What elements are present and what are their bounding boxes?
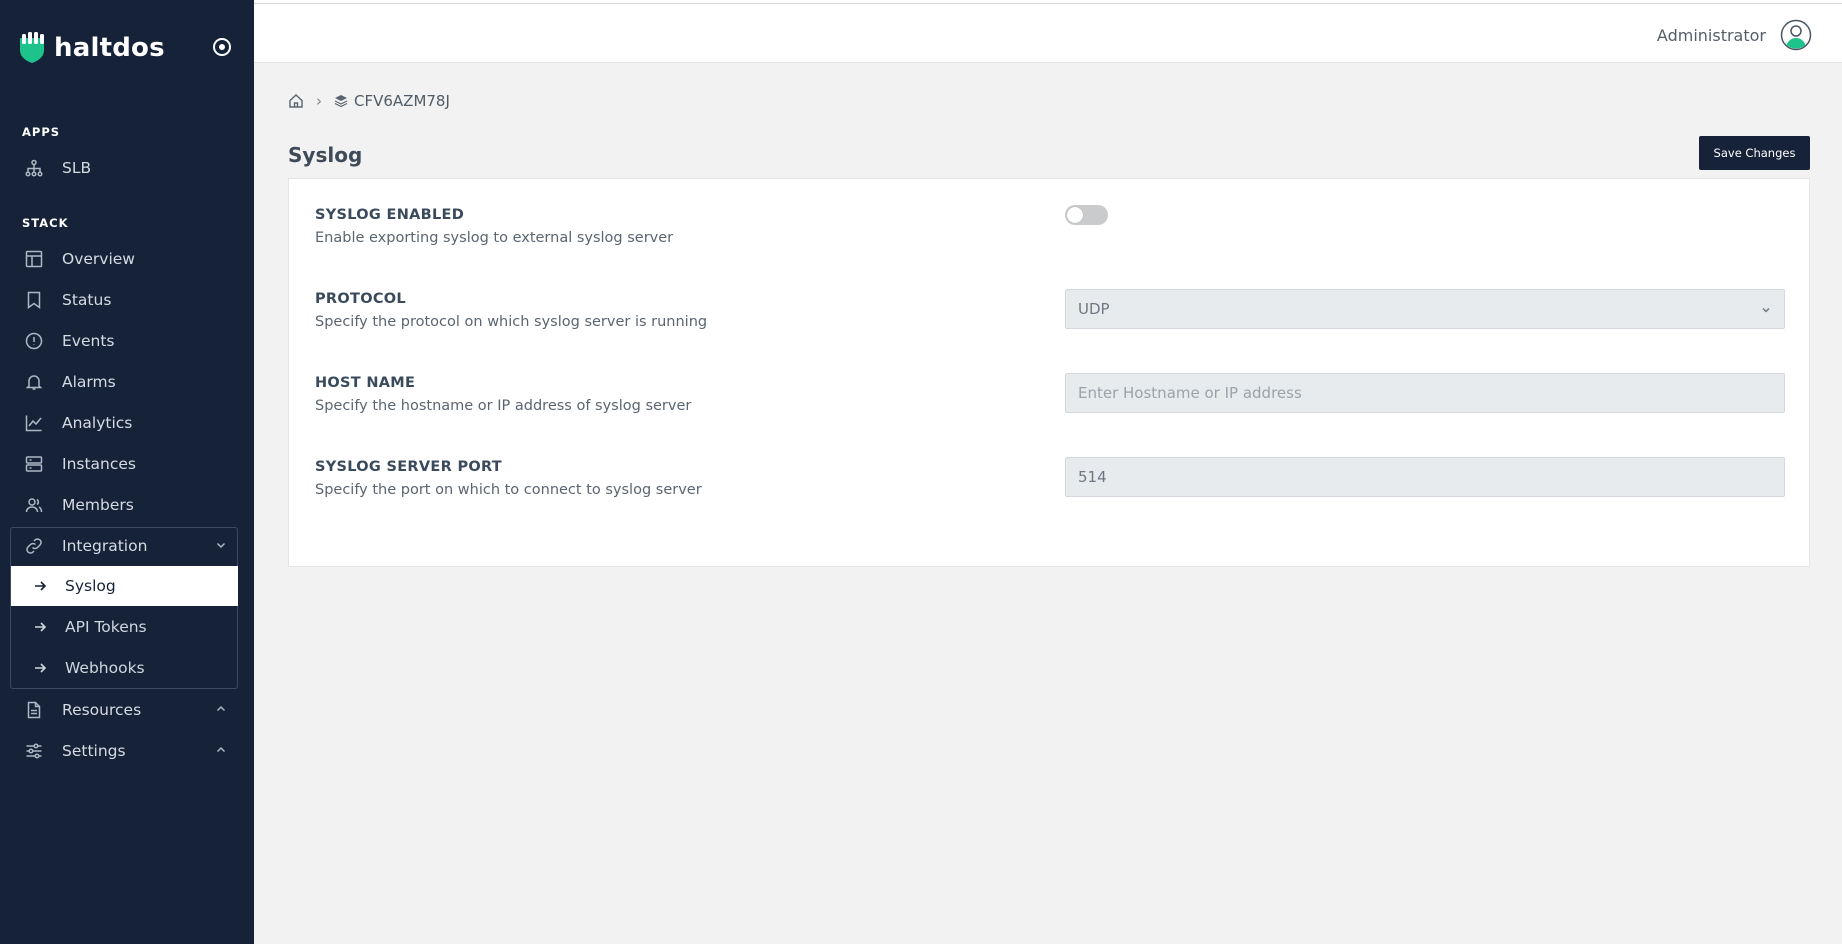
- sidebar-item-alarms[interactable]: Alarms: [10, 362, 238, 402]
- protocol-select-value: UDP: [1078, 300, 1110, 318]
- layers-icon: [334, 95, 348, 108]
- brand[interactable]: haltdos: [18, 32, 165, 64]
- protocol-title: PROTOCOL: [315, 291, 406, 307]
- sidebar-item-instances[interactable]: Instances: [10, 444, 238, 484]
- sidebar-item-label: Analytics: [62, 414, 133, 432]
- user-avatar-icon[interactable]: [1780, 19, 1812, 51]
- syslog-enabled-toggle[interactable]: [1065, 205, 1108, 225]
- sidebar-item-settings[interactable]: Settings: [10, 731, 238, 771]
- toggle-knob: [1067, 207, 1083, 223]
- document-icon: [24, 700, 44, 720]
- haltdos-logo-icon: [20, 32, 44, 63]
- sidebar-item-label: Resources: [62, 701, 142, 719]
- link-icon: [24, 536, 44, 556]
- brand-name: haltdos: [54, 33, 165, 63]
- sidebar-item-label: Overview: [62, 250, 135, 268]
- topbar: Administrator: [254, 3, 1842, 63]
- sidebar-item-status[interactable]: Status: [10, 280, 238, 320]
- syslog-settings-card: SYSLOG ENABLED Enable exporting syslog t…: [288, 178, 1810, 567]
- sidebar-item-label: SLB: [62, 159, 92, 177]
- chevron-up-icon: [216, 705, 226, 712]
- port-input-value: 514: [1078, 468, 1107, 486]
- sidebar-subitem-webhooks[interactable]: Webhooks: [11, 648, 238, 688]
- sidebar-item-analytics[interactable]: Analytics: [10, 403, 238, 443]
- page-title: Syslog: [288, 143, 363, 167]
- breadcrumb-stack-code: CFV6AZM78J: [354, 92, 450, 110]
- sidebar-item-overview[interactable]: Overview: [10, 239, 238, 279]
- sidebar-item-resources[interactable]: Resources: [10, 690, 238, 730]
- sidebar-item-integration[interactable]: Integration: [10, 526, 238, 566]
- port-desc: Specify the port on which to connect to …: [315, 482, 702, 498]
- breadcrumb-stack[interactable]: CFV6AZM78J: [334, 92, 450, 110]
- protocol-select[interactable]: UDP: [1065, 289, 1785, 329]
- protocol-desc: Specify the protocol on which syslog ser…: [315, 314, 708, 330]
- sidebar-subitem-syslog[interactable]: Syslog: [11, 566, 238, 606]
- sidebar-item-label: Integration: [62, 537, 148, 555]
- arrow-right-icon: [35, 663, 47, 673]
- sidebar-item-label: Alarms: [62, 373, 116, 391]
- port-title: SYSLOG SERVER PORT: [315, 459, 502, 475]
- users-icon: [24, 495, 44, 515]
- sidebar-subitem-label: Syslog: [65, 577, 116, 595]
- hostname-field[interactable]: [1065, 373, 1785, 413]
- sidebar-item-label: Events: [62, 332, 115, 350]
- server-icon: [24, 454, 44, 474]
- sidebar-item-label: Members: [62, 496, 134, 514]
- syslog-enabled-desc: Enable exporting syslog to external sysl…: [315, 230, 674, 246]
- bookmark-icon: [24, 290, 44, 310]
- sidebar-subitem-label: API Tokens: [65, 618, 147, 636]
- hostname-desc: Specify the hostname or IP address of sy…: [315, 398, 692, 414]
- sidebar-item-members[interactable]: Members: [10, 485, 238, 525]
- syslog-enabled-title: SYSLOG ENABLED: [315, 207, 465, 223]
- breadcrumb-separator: ›: [316, 92, 322, 110]
- arrow-right-icon: [35, 622, 47, 632]
- user-name[interactable]: Administrator: [1657, 26, 1766, 45]
- chevron-down-icon: [1762, 307, 1770, 313]
- sidebar-item-events[interactable]: Events: [10, 321, 238, 361]
- sidebar: haltdos APPS SLB STACK Overview Status E…: [0, 0, 254, 944]
- sidebar-item-label: Instances: [62, 455, 137, 473]
- sidebar-item-slb[interactable]: SLB: [10, 148, 238, 188]
- chart-line-icon: [24, 413, 44, 433]
- hostname-title: HOST NAME: [315, 375, 416, 391]
- hostname-input[interactable]: [1078, 384, 1784, 402]
- arrow-right-icon: [35, 581, 47, 591]
- sliders-icon: [24, 741, 44, 761]
- sidebar-item-label: Status: [62, 291, 112, 309]
- bell-icon: [24, 372, 44, 392]
- port-field[interactable]: 514: [1065, 457, 1785, 497]
- alert-circle-icon: [24, 331, 44, 351]
- breadcrumb: › CFV6AZM78J: [288, 92, 450, 110]
- sidebar-toggle-icon[interactable]: [212, 37, 232, 57]
- sidebar-subitem-api-tokens[interactable]: API Tokens: [11, 607, 238, 647]
- sitemap-icon: [24, 158, 44, 178]
- home-icon[interactable]: [288, 93, 304, 109]
- sidebar-item-label: Settings: [62, 742, 126, 760]
- sidebar-subitem-label: Webhooks: [65, 659, 145, 677]
- layout-icon: [24, 249, 44, 269]
- chevron-up-icon: [216, 746, 226, 753]
- stack-section-label: STACK: [22, 216, 69, 230]
- chevron-down-icon: [216, 542, 226, 549]
- save-changes-button[interactable]: Save Changes: [1699, 136, 1810, 170]
- apps-section-label: APPS: [22, 125, 61, 139]
